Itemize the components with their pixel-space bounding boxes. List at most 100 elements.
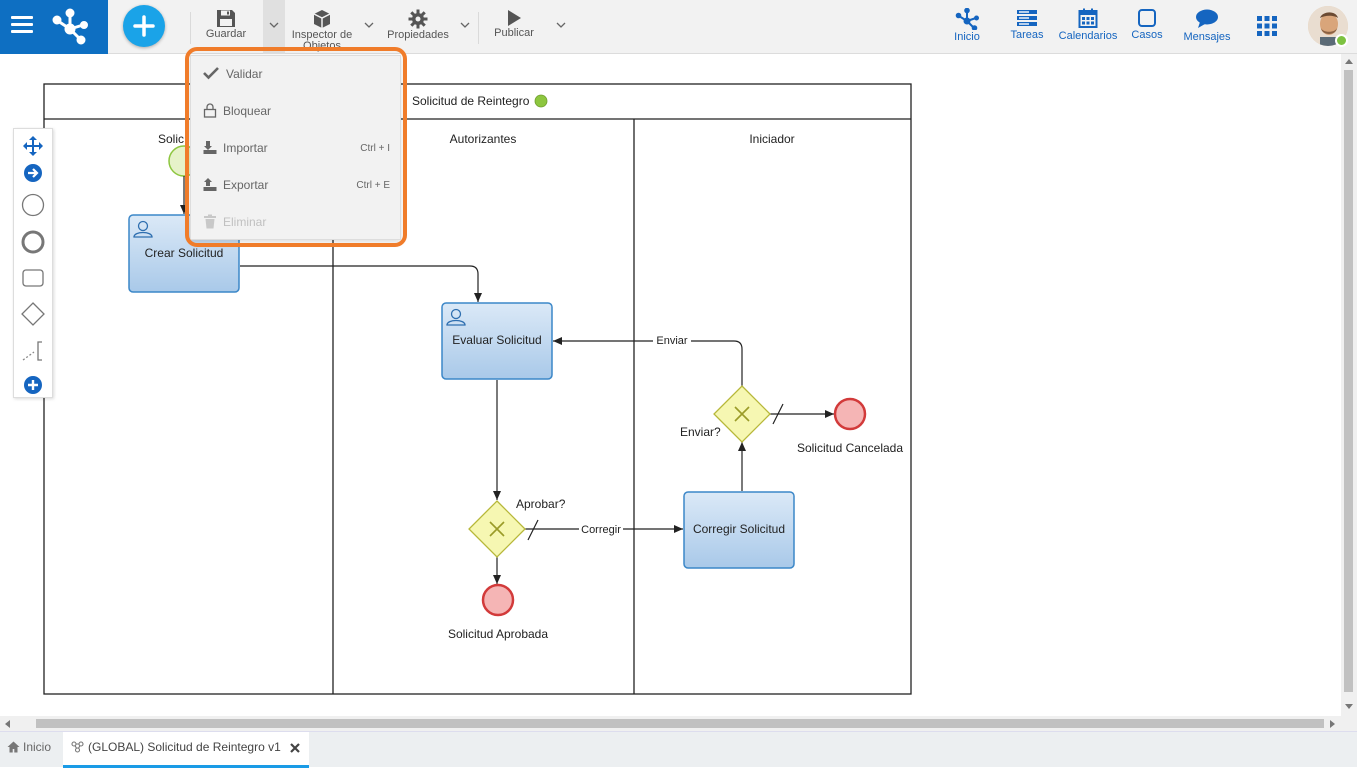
chevron-down-icon — [364, 22, 374, 28]
nav-mensajes[interactable]: Mensajes — [1181, 0, 1233, 54]
end-event-label: Solicitud Cancelada — [797, 441, 903, 455]
close-tab-icon[interactable] — [290, 743, 300, 753]
cases-icon — [1138, 9, 1156, 27]
brand-area — [0, 0, 108, 54]
gateway-label: Enviar? — [680, 425, 721, 439]
publish-dropdown[interactable] — [550, 0, 572, 54]
start-event-tool-icon[interactable] — [20, 192, 46, 218]
home-icon — [7, 741, 20, 753]
import-icon — [203, 141, 217, 154]
vertical-scrollbar[interactable] — [1341, 54, 1357, 716]
app-logo-icon[interactable] — [50, 7, 90, 47]
nav-calendarios-label: Calendarios — [1058, 30, 1118, 42]
horizontal-scroll-thumb[interactable] — [36, 719, 1324, 728]
pool-title: Solicitud de Reintegro — [412, 94, 530, 108]
chevron-down-icon — [269, 22, 279, 28]
lock-icon — [203, 103, 217, 118]
scroll-up-icon[interactable] — [1345, 58, 1353, 64]
properties-label: Propiedades — [387, 29, 449, 41]
vertical-scroll-thumb[interactable] — [1344, 70, 1353, 692]
nav-casos-label: Casos — [1131, 29, 1163, 41]
pan-move-icon[interactable] — [20, 133, 46, 159]
chevron-down-icon — [556, 22, 566, 28]
tab-inicio[interactable]: Inicio — [0, 732, 60, 768]
properties-button[interactable]: Propiedades — [383, 0, 453, 54]
nav-inicio[interactable]: Inicio — [947, 0, 987, 54]
object-inspector-label: Inspector de Objetos — [291, 30, 353, 52]
gateway-tool-icon[interactable] — [20, 301, 46, 327]
check-icon — [203, 67, 219, 80]
horizontal-scrollbar[interactable] — [0, 716, 1341, 731]
floppy-disk-icon — [217, 10, 235, 27]
task-label: Corregir Solicitud — [693, 522, 785, 536]
menu-item-shortcut: Ctrl + I — [360, 143, 390, 154]
save-menu-dropdown[interactable] — [263, 0, 285, 54]
menu-item-validar[interactable]: Validar — [191, 56, 402, 93]
publish-label: Publicar — [494, 27, 534, 39]
tab-process-solicitud-reintegro[interactable]: (GLOBAL) Solicitud de Reintegro v1 — [63, 732, 309, 768]
nav-tareas[interactable]: Tareas — [1006, 0, 1048, 54]
save-button[interactable]: Guardar — [198, 0, 254, 54]
connector-arrow-icon[interactable] — [20, 160, 46, 186]
menu-item-label: Importar — [223, 141, 268, 155]
chevron-down-icon — [460, 22, 470, 28]
task-tool-icon[interactable] — [20, 265, 46, 291]
more-tools-plus-icon[interactable] — [20, 372, 46, 398]
save-label: Guardar — [205, 28, 247, 40]
tab-process-label: (GLOBAL) Solicitud de Reintegro v1 — [88, 740, 281, 754]
scroll-right-icon[interactable] — [1330, 720, 1336, 728]
flow-label-enviar: Enviar — [656, 335, 688, 347]
save-options-menu: Validar Bloquear Importar Ctrl + I Expor… — [190, 55, 401, 240]
pool[interactable] — [43, 83, 912, 695]
flow-label-corregir: Corregir — [581, 524, 621, 536]
scroll-left-icon[interactable] — [4, 720, 10, 728]
nav-tareas-label: Tareas — [1010, 29, 1044, 41]
menu-item-label: Eliminar — [223, 215, 267, 229]
menu-item-label: Bloquear — [223, 104, 272, 118]
menu-item-bloquear[interactable]: Bloquear — [191, 93, 402, 130]
lane-label-autorizantes: Autorizantes — [450, 132, 517, 146]
scroll-down-icon[interactable] — [1345, 704, 1353, 710]
properties-dropdown[interactable] — [454, 0, 476, 54]
lane-label-iniciador: Iniciador — [749, 132, 794, 146]
publish-button[interactable]: Publicar — [488, 0, 540, 54]
end-event-tool-icon[interactable] — [20, 229, 46, 255]
tasks-icon — [1017, 10, 1037, 26]
new-button[interactable] — [123, 5, 165, 47]
hamburger-menu-icon[interactable] — [11, 16, 33, 36]
nav-casos[interactable]: Casos — [1128, 0, 1166, 54]
cube-icon — [313, 10, 331, 28]
trash-icon — [204, 214, 216, 229]
inspector-dropdown[interactable] — [358, 0, 380, 54]
home-network-icon — [955, 8, 979, 30]
end-event-label: Solicitud Aprobada — [448, 627, 548, 641]
task-label: Evaluar Solicitud — [452, 333, 541, 347]
menu-item-label: Validar — [226, 67, 263, 81]
annotation-tool-icon[interactable] — [20, 338, 46, 364]
menu-item-importar[interactable]: Importar Ctrl + I — [191, 130, 402, 167]
menu-item-eliminar: Eliminar — [191, 204, 402, 241]
task-evaluar-solicitud[interactable]: Evaluar Solicitud — [441, 302, 553, 380]
lane-label-solicitante: Solic — [158, 132, 184, 146]
online-status-indicator — [1335, 34, 1348, 47]
tab-inicio-label: Inicio — [23, 740, 52, 754]
scrollbar-corner — [1341, 716, 1357, 731]
top-toolbar: Guardar Inspector de Objetos Propiedades… — [0, 0, 1357, 54]
toolbar-separator — [190, 12, 191, 44]
menu-item-shortcut: Ctrl + E — [356, 180, 390, 191]
apps-grid-icon[interactable] — [1256, 15, 1278, 37]
menu-item-label: Exportar — [223, 178, 269, 192]
nav-calendarios[interactable]: Calendarios — [1058, 0, 1118, 54]
task-corregir-solicitud[interactable]: Corregir Solicitud — [683, 491, 795, 569]
gear-icon — [408, 9, 428, 29]
document-tabs: Inicio (GLOBAL) Solicitud de Reintegro v… — [0, 731, 1357, 768]
nav-mensajes-label: Mensajes — [1183, 31, 1231, 43]
task-label: Crear Solicitud — [145, 246, 224, 260]
calendar-icon — [1078, 8, 1098, 28]
process-icon — [71, 741, 84, 753]
gateway-label: Aprobar? — [516, 497, 566, 511]
play-icon — [508, 10, 521, 26]
menu-item-exportar[interactable]: Exportar Ctrl + E — [191, 167, 402, 204]
object-inspector-button[interactable]: Inspector de Objetos — [288, 0, 356, 54]
export-icon — [203, 178, 217, 191]
